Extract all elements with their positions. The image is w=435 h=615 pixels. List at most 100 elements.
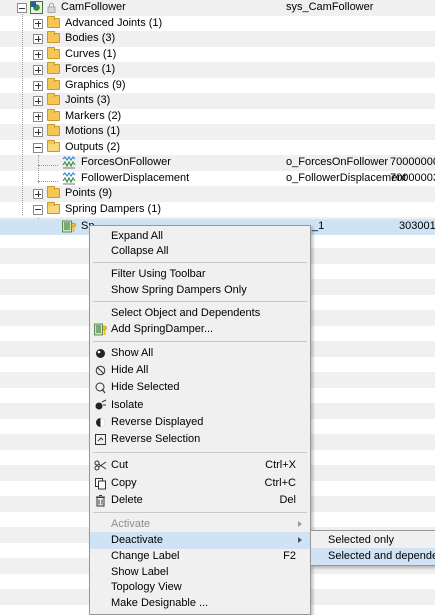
expand-toggle[interactable] (33, 18, 43, 29)
tree-row-graphics[interactable]: Graphics (9) (0, 77, 435, 94)
menu-item-reverse-selection[interactable]: Reverse Selection (90, 431, 310, 448)
entity-id: 70000000 (390, 156, 435, 168)
menu-item-delete[interactable]: Delete Del (90, 492, 310, 509)
submenu-arrow-icon (298, 521, 302, 527)
folder-open-icon (47, 139, 60, 152)
tree-row-outputs[interactable]: Outputs (2) (0, 139, 435, 156)
menu-item-filter-using-toolbar[interactable]: Filter Using Toolbar (90, 266, 310, 283)
hide-all-icon (94, 364, 107, 377)
show-all-icon (94, 347, 107, 360)
menu-item-activate[interactable]: Activate (90, 516, 310, 533)
tree-label: Curves (1) (65, 47, 117, 60)
collapse-toggle[interactable] (17, 3, 27, 13)
reverse-displayed-icon (94, 416, 107, 429)
tree-label: Forces (1) (65, 63, 116, 75)
tree-row-output-displacement[interactable]: FollowerDisplacement o_FollowerDisplacem… (0, 171, 435, 187)
scissors-icon (94, 459, 107, 472)
menu-item-cut[interactable]: Cut Ctrl+X (90, 457, 310, 474)
collapse-toggle[interactable] (33, 204, 43, 215)
context-menu: Expand All Collapse All Filter Using Too… (89, 225, 311, 615)
expand-toggle[interactable] (33, 189, 43, 199)
tree-label: Bodies (3) (65, 32, 116, 44)
tree-row-root[interactable]: CamFollower sys_CamFollower (0, 0, 435, 16)
tree-label: Graphics (9) (65, 78, 126, 91)
reverse-selection-icon (94, 433, 107, 446)
system-icon (30, 1, 43, 14)
deactivate-submenu: Selected only Selected and dependents (310, 530, 435, 566)
menu-item-change-label[interactable]: Change Label F2 (90, 548, 310, 565)
submenu-item-selected-only[interactable]: Selected only (311, 532, 435, 549)
lock-icon (47, 2, 56, 13)
entity-id: 303001 (399, 220, 435, 232)
menu-item-isolate[interactable]: Isolate (90, 397, 310, 414)
tree-row-forces[interactable]: Forces (1) (0, 62, 435, 78)
menu-item-add-spring-damper[interactable]: Add SpringDamper... (90, 321, 310, 338)
menu-item-make-designable[interactable]: Make Designable ... (90, 595, 310, 612)
tree-label-root: CamFollower (61, 1, 126, 13)
tree-row-markers[interactable]: Markers (2) (0, 108, 435, 125)
var-name: _1 (312, 220, 325, 232)
folder-open-icon (47, 201, 60, 214)
folder-icon (47, 62, 60, 74)
menu-item-show-only[interactable]: Show Spring Dampers Only (90, 282, 310, 299)
folder-icon (47, 31, 60, 43)
expand-toggle[interactable] (33, 127, 43, 137)
tree-label: Advanced Joints (1) (65, 16, 163, 29)
menu-item-copy[interactable]: Copy Ctrl+C (90, 475, 310, 492)
expand-toggle[interactable] (33, 80, 43, 91)
menu-item-topology-view[interactable]: Topology View (90, 579, 310, 596)
expand-toggle[interactable] (33, 34, 43, 44)
folder-icon (47, 15, 60, 28)
menu-separator (93, 301, 307, 302)
spring-damper-icon (94, 323, 107, 336)
folder-icon (47, 93, 60, 105)
expand-toggle[interactable] (33, 96, 43, 106)
menu-separator (93, 341, 307, 342)
tree-label: Motions (1) (65, 125, 121, 137)
output-icon (62, 171, 76, 185)
spring-damper-icon (62, 220, 76, 233)
menu-item-deactivate[interactable]: Deactivate (90, 532, 310, 549)
copy-icon (94, 477, 107, 490)
entity-id: 70000003 (390, 171, 435, 184)
menu-item-hide-all[interactable]: Hide All (90, 362, 310, 379)
menu-separator (93, 452, 307, 453)
menu-item-show-all[interactable]: Show All (90, 345, 310, 362)
tree-label: Outputs (2) (65, 140, 121, 153)
tree-row-spring-dampers[interactable]: Spring Dampers (1) (0, 201, 435, 218)
submenu-arrow-icon (298, 537, 302, 543)
menu-separator (93, 512, 307, 513)
tree-label: Points (9) (65, 187, 113, 199)
hide-selected-icon (94, 381, 107, 394)
folder-icon (47, 77, 60, 90)
var-name: o_FollowerDisplacement (286, 171, 407, 184)
tree-row-advanced-joints[interactable]: Advanced Joints (1) (0, 15, 435, 32)
tree-row-joints[interactable]: Joints (3) (0, 93, 435, 109)
tree-label: ForcesOnFollower (81, 156, 171, 168)
tree-row-motions[interactable]: Motions (1) (0, 124, 435, 140)
expand-toggle[interactable] (33, 65, 43, 75)
expand-toggle[interactable] (33, 111, 43, 122)
tree-row-curves[interactable]: Curves (1) (0, 46, 435, 63)
tree-row-points[interactable]: Points (9) (0, 186, 435, 202)
submenu-item-selected-and-dependents[interactable]: Selected and dependents (311, 548, 435, 565)
menu-separator (93, 262, 307, 263)
menu-item-reverse-displayed[interactable]: Reverse Displayed (90, 414, 310, 431)
tree-row-bodies[interactable]: Bodies (3) (0, 31, 435, 47)
menu-item-hide-selected[interactable]: Hide Selected (90, 379, 310, 396)
folder-icon (47, 46, 60, 59)
folder-icon (47, 124, 60, 136)
folder-icon (47, 186, 60, 198)
folder-icon (47, 108, 60, 121)
var-name: o_ForcesOnFollower (286, 156, 389, 168)
isolate-icon (94, 399, 107, 412)
var-name-root: sys_CamFollower (286, 1, 374, 13)
tree-row-output-forces[interactable]: ForcesOnFollower o_ForcesOnFollower 7000… (0, 155, 435, 171)
menu-item-collapse-all[interactable]: Collapse All (90, 243, 310, 260)
tree-label: Spring Dampers (1) (65, 202, 161, 215)
collapse-toggle[interactable] (33, 142, 43, 153)
expand-toggle[interactable] (33, 49, 43, 60)
menu-item-select-dependents[interactable]: Select Object and Dependents (90, 305, 310, 322)
output-icon (62, 156, 76, 169)
tree-label: FollowerDisplacement (81, 171, 190, 184)
